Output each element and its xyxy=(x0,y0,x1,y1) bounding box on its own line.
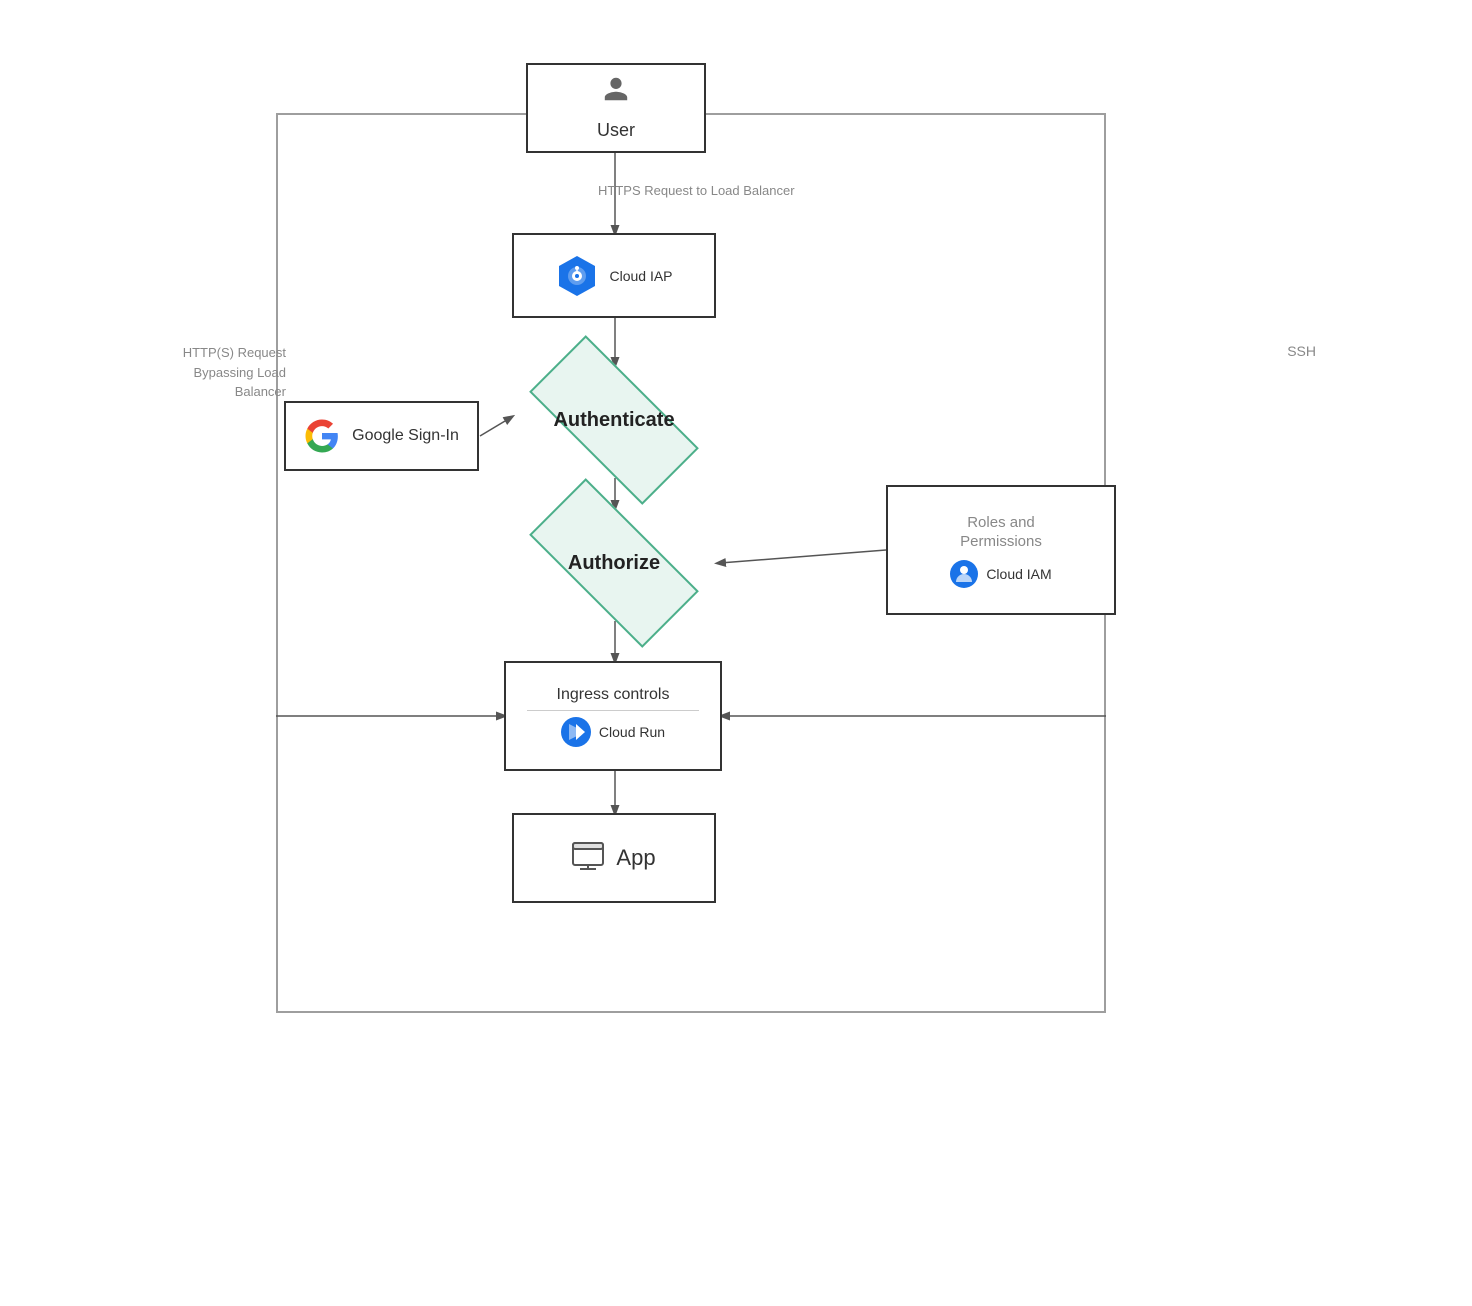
authorize-label: Authorize xyxy=(568,552,660,575)
ingress-controls-box: Ingress controls Cloud Run xyxy=(504,661,722,771)
roles-permissions-box: Roles andPermissions Cloud IAM xyxy=(886,485,1116,615)
http-bypass-label: HTTP(S) Request Bypassing Load Balancer xyxy=(176,343,286,402)
authorize-diamond: Authorize xyxy=(512,508,716,618)
cloud-iap-label: Cloud IAP xyxy=(609,268,672,284)
google-signin-label: Google Sign-In xyxy=(352,427,459,445)
cloud-iam-icon xyxy=(950,560,978,588)
app-label: App xyxy=(616,845,655,871)
user-box: User xyxy=(526,63,706,153)
roles-permissions-title: Roles andPermissions xyxy=(960,513,1042,552)
cloud-run-icon xyxy=(561,717,591,747)
cloud-iam-label: Cloud IAM xyxy=(986,566,1051,582)
ingress-divider xyxy=(527,710,698,711)
ingress-sub-row: Cloud Run xyxy=(561,717,665,747)
user-label: User xyxy=(597,120,635,141)
https-request-label: HTTPS Request to Load Balancer xyxy=(598,181,795,201)
authenticate-diamond: Authenticate xyxy=(512,365,716,475)
cloud-iap-icon xyxy=(555,254,599,298)
cloud-run-label: Cloud Run xyxy=(599,724,665,740)
cloud-iap-box: Cloud IAP xyxy=(512,233,716,318)
app-icon xyxy=(572,842,604,875)
google-g-icon xyxy=(304,418,340,454)
person-icon xyxy=(602,75,630,110)
app-box: App xyxy=(512,813,716,903)
ingress-controls-title: Ingress controls xyxy=(557,686,670,704)
roles-sub-row: Cloud IAM xyxy=(950,560,1051,588)
authenticate-label: Authenticate xyxy=(553,409,674,432)
google-signin-box: Google Sign-In xyxy=(284,401,479,471)
ssh-label: SSH xyxy=(1287,343,1316,359)
